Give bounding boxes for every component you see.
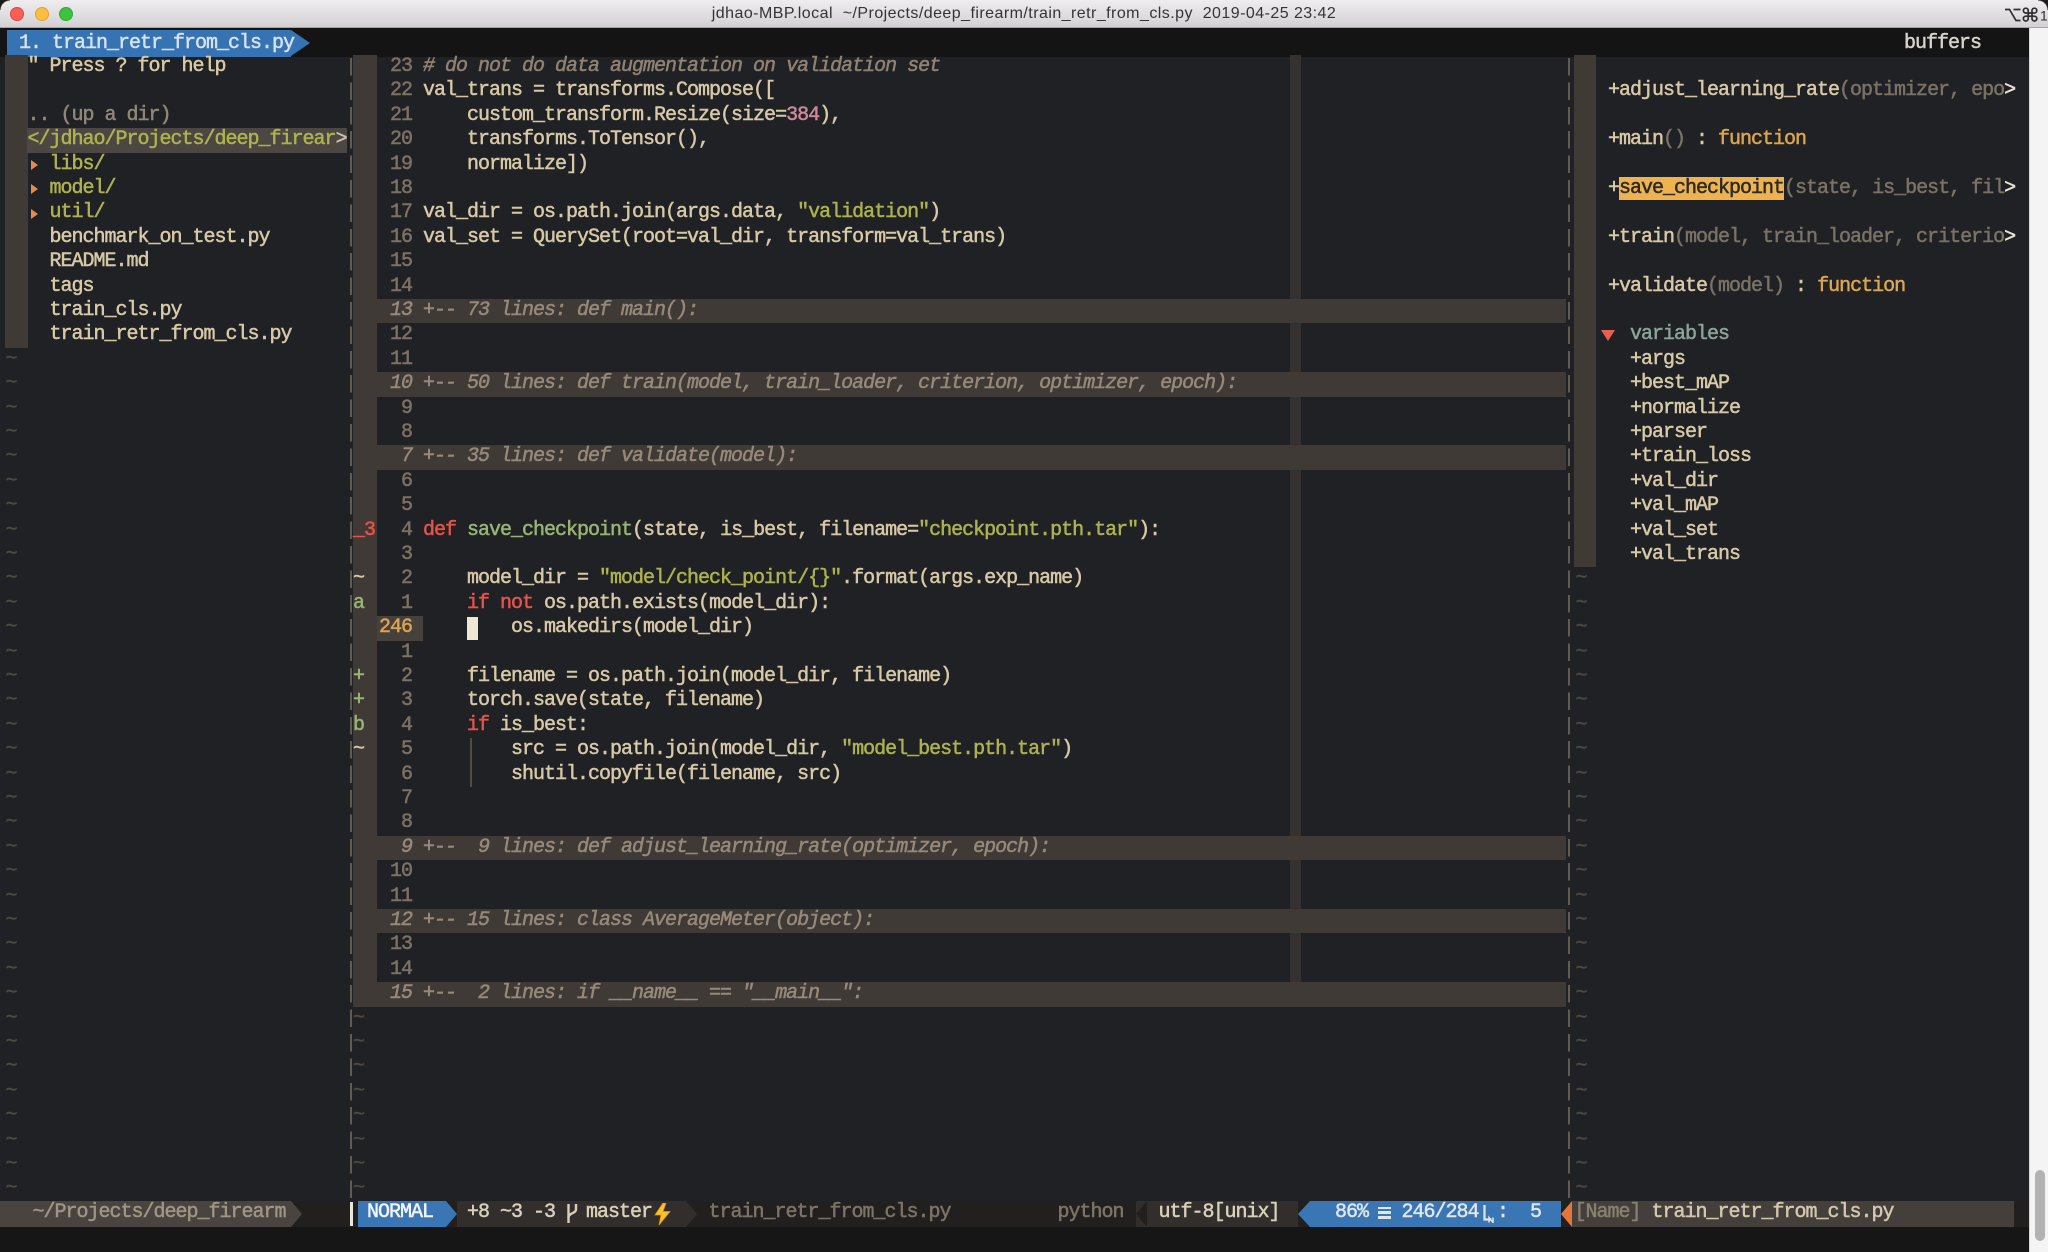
svg-text:1: 1 — [2040, 8, 2047, 24]
